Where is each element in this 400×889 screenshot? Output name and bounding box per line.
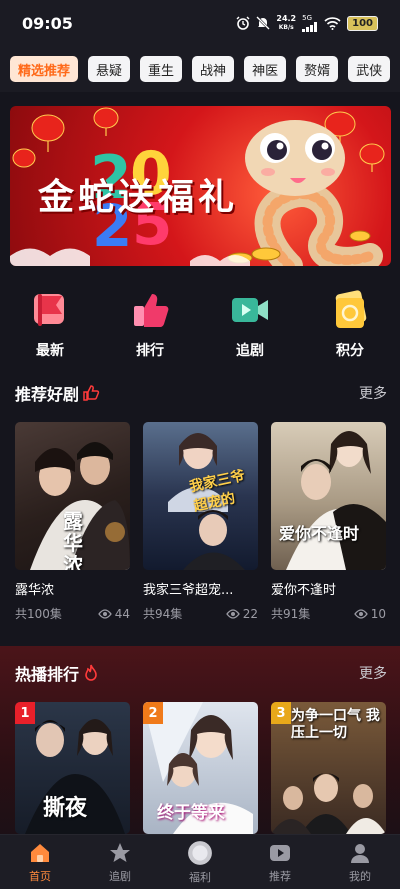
net-speed: 24.2 KB/s <box>276 14 297 31</box>
hot-header: 热播排行 更多 <box>15 661 387 685</box>
bottom-navigation: 首页 追剧 福利 推荐 我的 <box>0 834 400 889</box>
tab-son-in-law[interactable]: 赘婿 <box>296 56 339 82</box>
drama-title: 我家三爷超宠... <box>143 583 234 598</box>
quick-entries: 最新 排行 追剧 积分 <box>0 278 400 368</box>
drama-poster-title: 撕夜 <box>43 795 88 821</box>
drama-poster: 露华浓 <box>15 422 130 570</box>
hot-more-link[interactable]: 更多 <box>359 663 387 683</box>
drama-poster-title: 为争一口气 我压上一切 <box>291 708 380 741</box>
drama-poster: 我家三爷超宠的 <box>143 422 258 570</box>
drama-poster-title: 露华浓 <box>63 509 83 570</box>
rank-badge: 3 <box>271 702 291 724</box>
quick-points-label: 积分 <box>336 343 364 359</box>
drama-episodes: 共94集 <box>143 607 183 621</box>
drama-meta: 共100集 44 <box>15 605 130 622</box>
nav-following[interactable]: 追剧 <box>80 835 160 889</box>
signal-icon: 5G <box>302 14 318 32</box>
gift-icon <box>188 840 212 865</box>
drama-meta: 共91集 10 <box>271 605 386 622</box>
nav-following-label: 追剧 <box>109 869 131 883</box>
quick-points[interactable]: 积分 <box>300 278 400 368</box>
battery-icon: 100 <box>347 15 378 31</box>
drama-card[interactable]: 露华浓 露华浓 共100集 44 <box>15 422 130 622</box>
eye-icon <box>97 608 112 619</box>
flag-icon <box>34 294 64 326</box>
nav-home-label: 首页 <box>29 869 51 883</box>
drama-poster-title: 终于等来 <box>157 803 225 823</box>
play-icon <box>270 844 290 861</box>
hot-drama-card[interactable]: 1 撕夜 <box>15 702 130 834</box>
quick-ranking[interactable]: 排行 <box>100 278 200 368</box>
nav-home[interactable]: 首页 <box>0 835 80 889</box>
hot-drama-card[interactable]: 3 为争一口气 我压上一切 <box>271 702 386 834</box>
drama-poster-title: 爱你不逢时 <box>279 524 360 543</box>
promo-banner[interactable]: 2 0 2 5 金蛇送福礼 <box>10 106 391 266</box>
flame-icon <box>85 664 97 681</box>
drama-card[interactable]: 爱你不逢时 爱你不逢时 共91集 10 <box>271 422 386 622</box>
coin-card-icon <box>335 290 367 328</box>
drama-poster: 爱你不逢时 <box>271 422 386 570</box>
alarm-icon <box>236 16 250 30</box>
hot-title: 热播排行 <box>15 665 80 684</box>
recommend-more-link[interactable]: 更多 <box>359 383 387 403</box>
rank-badge: 2 <box>143 702 163 724</box>
mute-icon <box>256 16 271 30</box>
nav-profile-label: 我的 <box>349 869 371 883</box>
thumbs-up-icon <box>83 385 100 401</box>
drama-view-count: 44 <box>114 606 130 621</box>
video-icon <box>232 298 268 322</box>
banner-title: 金蛇送福礼 <box>38 176 239 218</box>
drama-card[interactable]: 我家三爷超宠的 我家三爷超宠... 共94集 22 <box>143 422 258 622</box>
quick-following[interactable]: 追剧 <box>200 278 300 368</box>
nav-recommend[interactable]: 推荐 <box>240 835 320 889</box>
recommend-list: 露华浓 露华浓 共100集 44 我家三爷超宠的 我家三爷超宠... 共94集 … <box>15 422 387 622</box>
drama-view-count: 22 <box>242 606 258 621</box>
quick-ranking-label: 排行 <box>136 343 164 359</box>
drama-episodes: 共100集 <box>15 607 62 621</box>
quick-latest-label: 最新 <box>36 343 64 359</box>
drama-meta: 共94集 22 <box>143 605 258 622</box>
eye-icon <box>353 608 368 619</box>
drama-views: 22 <box>225 606 258 621</box>
status-time: 09:05 <box>22 13 73 33</box>
tab-divine-doctor[interactable]: 神医 <box>244 56 287 82</box>
tab-martial-arts[interactable]: 武侠 <box>348 56 391 82</box>
hot-list: 1 撕夜 2 终于等来 3 为争一口气 我压上一切 <box>15 702 387 834</box>
drama-views: 10 <box>353 606 386 621</box>
recommend-header: 推荐好剧 更多 <box>15 381 387 405</box>
thumbs-up-icon <box>134 294 169 327</box>
drama-poster: 2 终于等来 <box>143 702 258 834</box>
nav-recommend-label: 推荐 <box>269 869 291 883</box>
hot-drama-card[interactable]: 2 终于等来 <box>143 702 258 834</box>
status-icons: 24.2 KB/s 5G 100 <box>236 14 378 32</box>
drama-title: 露华浓 <box>15 583 55 598</box>
drama-view-count: 10 <box>370 606 386 621</box>
nav-welfare[interactable]: 福利 <box>160 835 240 889</box>
tab-suspense[interactable]: 悬疑 <box>88 56 131 82</box>
tab-war-god[interactable]: 战神 <box>192 56 235 82</box>
user-icon <box>351 843 369 863</box>
category-tabs: 精选推荐 悬疑 重生 战神 神医 赘婿 武侠 <box>0 46 400 92</box>
quick-latest[interactable]: 最新 <box>0 278 100 368</box>
nav-welfare-label: 福利 <box>189 870 211 884</box>
home-icon <box>31 843 49 862</box>
drama-title: 爱你不逢时 <box>271 583 337 598</box>
eye-icon <box>225 608 240 619</box>
wifi-icon <box>324 16 341 30</box>
drama-poster: 3 为争一口气 我压上一切 <box>271 702 386 834</box>
tab-rebirth[interactable]: 重生 <box>140 56 183 82</box>
quick-following-label: 追剧 <box>236 343 264 359</box>
star-icon <box>110 842 130 862</box>
nav-profile[interactable]: 我的 <box>320 835 400 889</box>
recommend-title: 推荐好剧 <box>15 385 80 404</box>
drama-episodes: 共91集 <box>271 607 311 621</box>
status-bar: 09:05 24.2 KB/s 5G 100 <box>0 0 400 46</box>
tab-featured[interactable]: 精选推荐 <box>10 56 79 82</box>
drama-poster: 1 撕夜 <box>15 702 130 834</box>
rank-badge: 1 <box>15 702 35 724</box>
drama-views: 44 <box>97 606 130 621</box>
